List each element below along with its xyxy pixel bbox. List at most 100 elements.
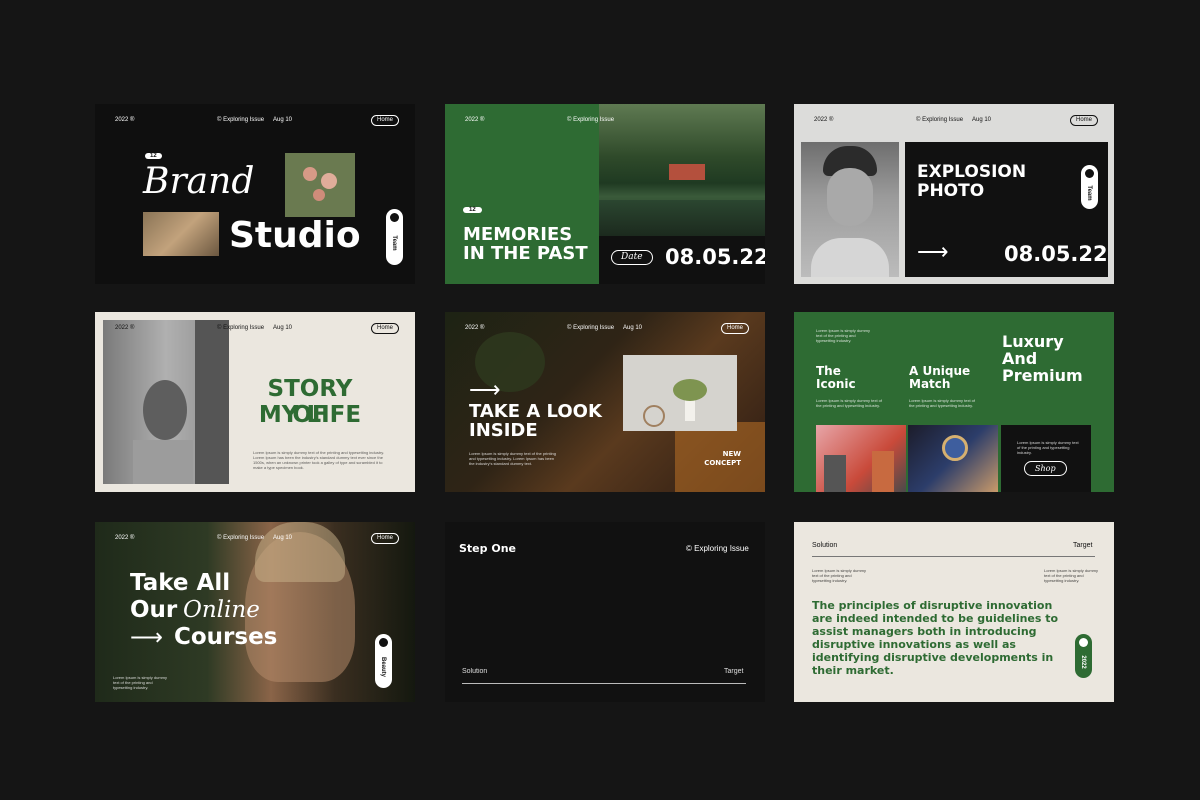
slide-explosion-photo[interactable]: 2022 ® © Exploring Issue Aug 10 Home EXP…	[794, 104, 1114, 284]
look-body-text: Lorem Ipsum is simply dummy text of the …	[469, 451, 556, 466]
header-date: Aug 10	[972, 117, 992, 123]
quote-line-3: assist managers both in introducing	[812, 625, 1037, 638]
quote-line-4: disruptive innovations as well as	[812, 638, 1016, 651]
quote-line-1: The principles of disruptive innovation	[812, 599, 1053, 612]
arrow-icon: ⟶	[469, 377, 501, 402]
courses-title-2b: Online	[183, 597, 260, 623]
header-issue: © Exploring Issue	[916, 117, 964, 123]
look-title-2: INSIDE	[469, 420, 538, 441]
explosion-title-2: PHOTO	[917, 181, 985, 201]
date-pill[interactable]: Date	[611, 250, 653, 265]
slide-memories[interactable]: 2022 ® © Exploring Issue 12 MEMORIES IN …	[445, 104, 765, 284]
luxury-title-2: And	[1002, 349, 1038, 368]
quote-line-5: identifying disruptive developments in	[812, 651, 1054, 664]
slide-step-one[interactable]: Step One © Exploring Issue Solution Targ…	[445, 522, 765, 702]
step-title: Step One	[459, 542, 516, 555]
header-year: 2022 ®	[115, 535, 135, 541]
group-photo	[143, 212, 219, 256]
courses-title-3: Courses	[174, 624, 278, 650]
quote-solution: Solution	[812, 542, 838, 549]
header-issue: © Exploring Issue	[217, 117, 265, 123]
header-year: 2022 ®	[814, 117, 834, 123]
team-toggle[interactable]: Team	[386, 209, 403, 265]
explosion-title-1: EXPLOSION	[917, 162, 1027, 182]
header-year: 2022 ®	[115, 117, 135, 123]
courses-body-text: Lorem Ipsum is simply dummy text of the …	[113, 675, 168, 690]
memories-title-2: IN THE PAST	[463, 243, 588, 264]
plant-shelf-photo	[103, 320, 229, 484]
header-date: Aug 10	[273, 325, 293, 331]
memories-title-1: MEMORIES	[463, 224, 573, 245]
home-button[interactable]: Home	[371, 533, 400, 544]
header-issue: © Exploring Issue	[567, 117, 615, 123]
story-title-2: MY LIFE	[258, 402, 362, 428]
shop-panel	[1001, 425, 1091, 492]
year-toggle[interactable]: 2022	[1075, 634, 1092, 678]
step-divider	[462, 683, 746, 684]
beauty-toggle[interactable]: Beauty	[375, 634, 392, 688]
home-button[interactable]: Home	[1070, 115, 1099, 126]
berries-photo	[816, 425, 906, 492]
header-issue: © Exploring Issue	[217, 325, 265, 331]
iconic-body-text: Lorem Ipsum is simply dummy text of the …	[816, 398, 883, 408]
new-label: NEW	[722, 450, 741, 458]
toggle-label: Team	[391, 235, 397, 251]
step-target: Target	[724, 668, 744, 675]
team-toggle[interactable]: Team	[1081, 165, 1098, 209]
header-issue: © Exploring Issue	[567, 325, 615, 331]
brand-title: Brand	[143, 161, 255, 202]
quote-right-body: Lorem Ipsum is simply dummy text of the …	[1044, 568, 1099, 583]
home-button[interactable]: Home	[721, 323, 750, 334]
slide-take-a-look[interactable]: 2022 ® © Exploring Issue Aug 10 Home ⟶ T…	[445, 312, 765, 492]
header-year: 2022 ®	[465, 325, 485, 331]
home-button[interactable]: Home	[371, 115, 400, 126]
explosion-date: 08.05.22	[1004, 242, 1108, 266]
unique-body-text: Lorem Ipsum is simply dummy text of the …	[909, 398, 976, 408]
flower-photo	[285, 153, 355, 217]
portrait-photo	[801, 142, 899, 277]
memories-date: 08.05.22	[665, 245, 765, 269]
header-date: Aug 10	[623, 325, 643, 331]
header-date: Aug 10	[273, 117, 293, 123]
toggle-label: Team	[1086, 185, 1092, 201]
header-year: 2022 ®	[115, 325, 135, 331]
slide-online-courses[interactable]: 2022 ® © Exploring Issue Aug 10 Home Tak…	[95, 522, 415, 702]
look-title-1: TAKE A LOOK	[469, 401, 602, 422]
issue-badge: 12	[145, 153, 162, 159]
studio-title: Studio	[229, 215, 361, 256]
toggle-label: 2022	[1080, 655, 1086, 669]
unique-title-2: Match	[909, 377, 951, 391]
header-date: Aug 10	[273, 535, 293, 541]
quote-left-body: Lorem Ipsum is simply dummy text of the …	[812, 568, 867, 583]
step-issue: © Exploring Issue	[686, 544, 749, 553]
watch-photo	[908, 425, 998, 492]
home-button[interactable]: Home	[371, 323, 400, 334]
quote-line-2: are indeed intended to be guidelines to	[812, 612, 1059, 625]
slide-brand-studio[interactable]: 2022 ® © Exploring Issue Aug 10 Home 12 …	[95, 104, 415, 284]
slide-story-of-my-life[interactable]: 2022 ® © Exploring Issue Aug 10 Home STO…	[95, 312, 415, 492]
header-issue: © Exploring Issue	[217, 535, 265, 541]
shop-button[interactable]: Shop	[1024, 461, 1067, 476]
quote-target: Target	[1073, 542, 1093, 549]
story-body-text: Lorem Ipsum is simply dummy text of the …	[253, 450, 385, 470]
quote-line-6: their market.	[812, 664, 894, 677]
issue-badge: 12	[463, 207, 482, 213]
luxury-title-3: Premium	[1002, 366, 1083, 385]
slide-disruptive-innovation[interactable]: Solution Target Lorem Ipsum is simply du…	[794, 522, 1114, 702]
iconic-title-2: Iconic	[816, 377, 856, 391]
vase-photo	[623, 355, 737, 431]
slide-luxury-premium[interactable]: Lorem Ipsum is simply dummy text of the …	[794, 312, 1114, 492]
quote-divider	[812, 556, 1095, 557]
arrow-icon: ⟶	[130, 624, 163, 650]
concept-label: CONCEPT	[704, 459, 741, 467]
lake-house-photo	[599, 104, 765, 236]
toggle-label: Beauty	[380, 656, 386, 677]
luxury-title-1: Luxury	[1002, 332, 1064, 351]
header-year: 2022 ®	[465, 117, 485, 123]
courses-title-1: Take All	[130, 570, 231, 596]
shop-body-text: Lorem Ipsum is simply dummy text of the …	[1017, 440, 1079, 455]
courses-title-2a: Our	[130, 597, 178, 623]
step-solution: Solution	[462, 668, 488, 675]
top-body-text: Lorem Ipsum is simply dummy text of the …	[816, 328, 871, 343]
arrow-icon: ⟶	[917, 239, 949, 264]
